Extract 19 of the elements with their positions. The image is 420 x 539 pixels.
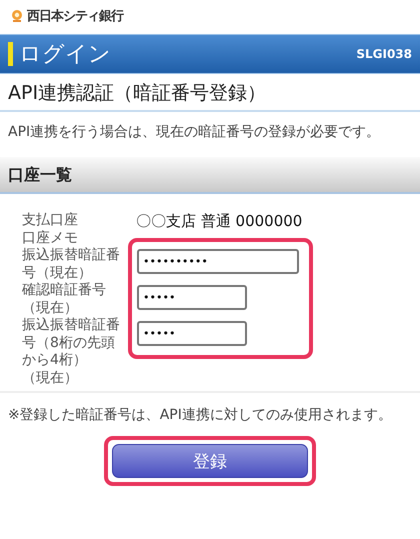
intro-text: API連携を行う場合は、現在の暗証番号の登録が必要です。 bbox=[7, 123, 382, 142]
field-label: （現在） bbox=[22, 370, 79, 387]
section-header: 口座一覧 bbox=[0, 157, 420, 194]
field-label: 支払口座 bbox=[22, 212, 79, 230]
register-button[interactable]: 登録 bbox=[112, 444, 308, 478]
pin-field[interactable]: •••••••••• bbox=[137, 249, 299, 274]
bank-name: 西日本シティ銀行 bbox=[27, 8, 123, 25]
note-text: ※登録した暗証番号は、API連携に対してのみ使用されます。 bbox=[7, 406, 393, 425]
field-label: 口座メモ bbox=[22, 230, 78, 247]
screen-id: SLGI038 bbox=[356, 47, 412, 61]
field-label: 確認暗証番号 bbox=[22, 282, 107, 300]
field-label: 振込振替暗証番号（8桁の先頭から4桁） bbox=[22, 317, 121, 370]
page-title: API連携認証（暗証番号登録） bbox=[0, 74, 420, 112]
pin-field[interactable]: ••••• bbox=[137, 285, 247, 310]
field-label: 振込振替暗証番号（現在） bbox=[22, 247, 121, 282]
pin-field[interactable]: ••••• bbox=[137, 321, 247, 346]
header-title: ログイン bbox=[19, 41, 112, 69]
account-value: 〇〇支店 普通 0000000 bbox=[136, 212, 304, 232]
field-label: （現在） bbox=[22, 300, 78, 317]
